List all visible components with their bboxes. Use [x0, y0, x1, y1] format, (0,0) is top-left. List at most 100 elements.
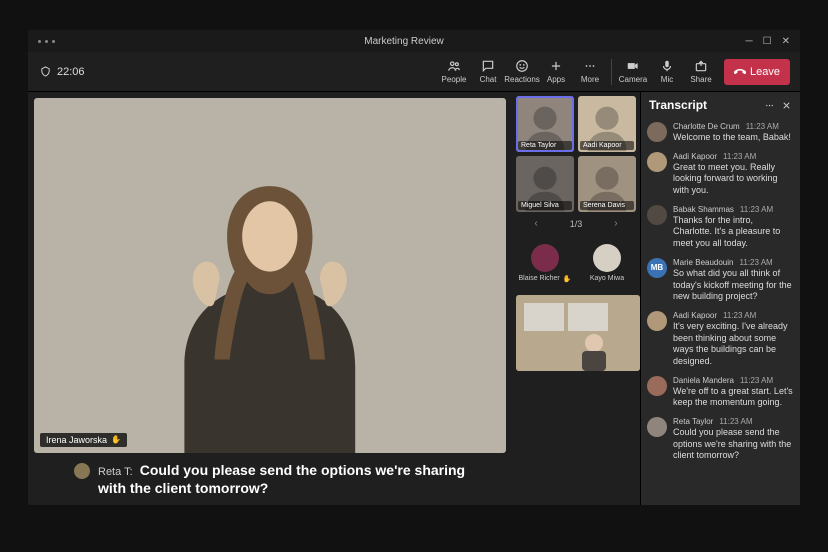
timer-value: 22:06: [57, 66, 85, 78]
transcript-panel: Transcript Charlotte De Crum11:23 AMWelc…: [640, 92, 800, 505]
transcript-speaker: Marie Beaudouin: [673, 258, 733, 267]
tile-name: Miguel Silva: [518, 201, 572, 210]
shield-icon: [40, 66, 51, 77]
chat-button[interactable]: Chat: [471, 53, 505, 91]
transcript-text: We're off to a great start. Let's keep t…: [673, 386, 794, 409]
minimize-button[interactable]: ─: [746, 36, 753, 47]
transcript-time: 11:23 AM: [740, 376, 773, 385]
mic-button[interactable]: Mic: [650, 53, 684, 91]
camera-button[interactable]: Camera: [616, 53, 650, 91]
transcript-close-icon[interactable]: [781, 100, 792, 111]
live-caption: Reta T: Could you please send the option…: [34, 453, 506, 501]
speaker-name: Irena Jaworska: [46, 435, 107, 445]
toolbar-divider: [611, 59, 612, 85]
plus-icon: [549, 59, 563, 73]
camera-icon: [626, 59, 640, 73]
audio-name: Kayo Miwa: [590, 275, 624, 282]
avatar: [647, 122, 667, 142]
share-button[interactable]: Share: [684, 53, 718, 91]
avatar-circle: [531, 244, 559, 272]
transcript-item: Daniela Mandera 11:23 AMWe're off to a gr…: [647, 372, 794, 413]
share-icon: [694, 59, 708, 73]
caption-text: Could you please send the options we're …: [98, 462, 465, 496]
transcript-title: Transcript: [649, 98, 758, 112]
transcript-text: Welcome to the team, Babak!: [673, 132, 794, 144]
gallery-tile[interactable]: Aadi Kapoor: [578, 96, 636, 152]
avatar: MB: [647, 258, 667, 278]
room-scene: [516, 295, 640, 371]
gallery-tile[interactable]: Miguel Silva: [516, 156, 574, 212]
meeting-timer: 22:06: [28, 66, 85, 78]
avatar-circle: [593, 244, 621, 272]
pager-label: 1/3: [570, 219, 583, 229]
transcript-speaker: Babak Shammas: [673, 205, 734, 214]
transcript-time: 11:23 AM: [739, 258, 772, 267]
speaker-silhouette: [140, 151, 400, 452]
pager-next[interactable]: ›: [614, 218, 617, 229]
avatar: [647, 311, 667, 331]
avatar: [647, 376, 667, 396]
pager-prev[interactable]: ‹: [534, 218, 537, 229]
titlebar-menu[interactable]: [34, 40, 74, 43]
transcript-item: Reta Taylor 11:23 AMCould you please send…: [647, 413, 794, 466]
audio-only-tile[interactable]: Blaise Richer ✋: [516, 235, 574, 291]
transcript-speaker: Aadi Kapoor: [673, 152, 717, 161]
tile-name: Serena Davis: [580, 201, 634, 210]
transcript-item: Aadi Kapoor 11:23 AMGreat to meet you. Re…: [647, 148, 794, 201]
transcript-item: MB Marie Beaudouin 11:23 AMSo what did you…: [647, 254, 794, 307]
transcript-speaker: Charlotte De Crum: [673, 122, 740, 131]
transcript-item: Babak Shammas 11:23 AMThanks for the intr…: [647, 201, 794, 254]
transcript-time: 11:23 AM: [746, 122, 779, 131]
meeting-window: Marketing Review ─ ☐ ✕ 22:06 People Chat…: [28, 30, 800, 505]
transcript-text: Great to meet you. Really looking forwar…: [673, 162, 794, 197]
transcript-time: 11:23 AM: [723, 311, 756, 320]
people-button[interactable]: People: [437, 53, 471, 91]
transcript-more-icon[interactable]: [764, 100, 775, 111]
transcript-speaker: Reta Taylor: [673, 417, 713, 426]
mic-icon: [660, 59, 674, 73]
caption-avatar: [74, 463, 90, 479]
titlebar: Marketing Review ─ ☐ ✕: [28, 30, 800, 52]
transcript-item: Aadi Kapoor 11:23 AMIt's very exciting. I…: [647, 307, 794, 372]
chat-icon: [481, 59, 495, 73]
transcript-text: It's very exciting. I've already been th…: [673, 321, 794, 368]
transcript-text: Could you please send the options we're …: [673, 427, 794, 462]
overflow-video-tile[interactable]: [516, 295, 640, 371]
transcript-item: Charlotte De Crum 11:23 AMWelcome to the …: [647, 118, 794, 148]
participant-gallery: Reta Taylor Aadi Kapoor Miguel Silva Seren…: [512, 92, 640, 505]
transcript-speaker: Aadi Kapoor: [673, 311, 717, 320]
reactions-button[interactable]: Reactions: [505, 53, 539, 91]
more-button[interactable]: More: [573, 53, 607, 91]
transcript-text: Thanks for the intro, Charlotte. It's a …: [673, 215, 794, 250]
smile-icon: [515, 59, 529, 73]
transcript-time: 11:23 AM: [719, 417, 752, 426]
caption-speaker: Reta T:: [98, 466, 133, 478]
people-icon: [447, 59, 461, 73]
avatar: [647, 152, 667, 172]
transcript-time: 11:23 AM: [740, 205, 773, 214]
transcript-text: So what did you all think of today's kic…: [673, 268, 794, 303]
gallery-pager: ‹ 1/3 ›: [516, 216, 636, 231]
main-speaker-name-tag: Irena Jaworska ✋: [40, 433, 127, 447]
hand-raised-icon: ✋: [563, 275, 572, 283]
tile-name: Reta Taylor: [518, 141, 572, 150]
leave-button[interactable]: Leave: [724, 59, 790, 85]
audio-name: Blaise Richer ✋: [519, 275, 572, 283]
tile-name: Aadi Kapoor: [580, 141, 634, 150]
transcript-speaker: Daniela Mandera: [673, 376, 734, 385]
transcript-time: 11:23 AM: [723, 152, 756, 161]
window-title: Marketing Review: [74, 36, 734, 47]
hand-raised-icon: ✋: [111, 435, 121, 444]
gallery-tile[interactable]: Serena Davis: [578, 156, 636, 212]
more-icon: [583, 59, 597, 73]
meeting-toolbar: 22:06 People Chat Reactions Apps More Ca…: [28, 52, 800, 92]
main-video-tile[interactable]: Irena Jaworska ✋: [34, 98, 506, 453]
apps-button[interactable]: Apps: [539, 53, 573, 91]
gallery-tile[interactable]: Reta Taylor: [516, 96, 574, 152]
close-button[interactable]: ✕: [782, 36, 790, 47]
audio-only-tile[interactable]: Kayo Miwa: [578, 235, 636, 291]
avatar: [647, 205, 667, 225]
maximize-button[interactable]: ☐: [763, 36, 772, 47]
leave-icon: [734, 66, 746, 78]
avatar: [647, 417, 667, 437]
